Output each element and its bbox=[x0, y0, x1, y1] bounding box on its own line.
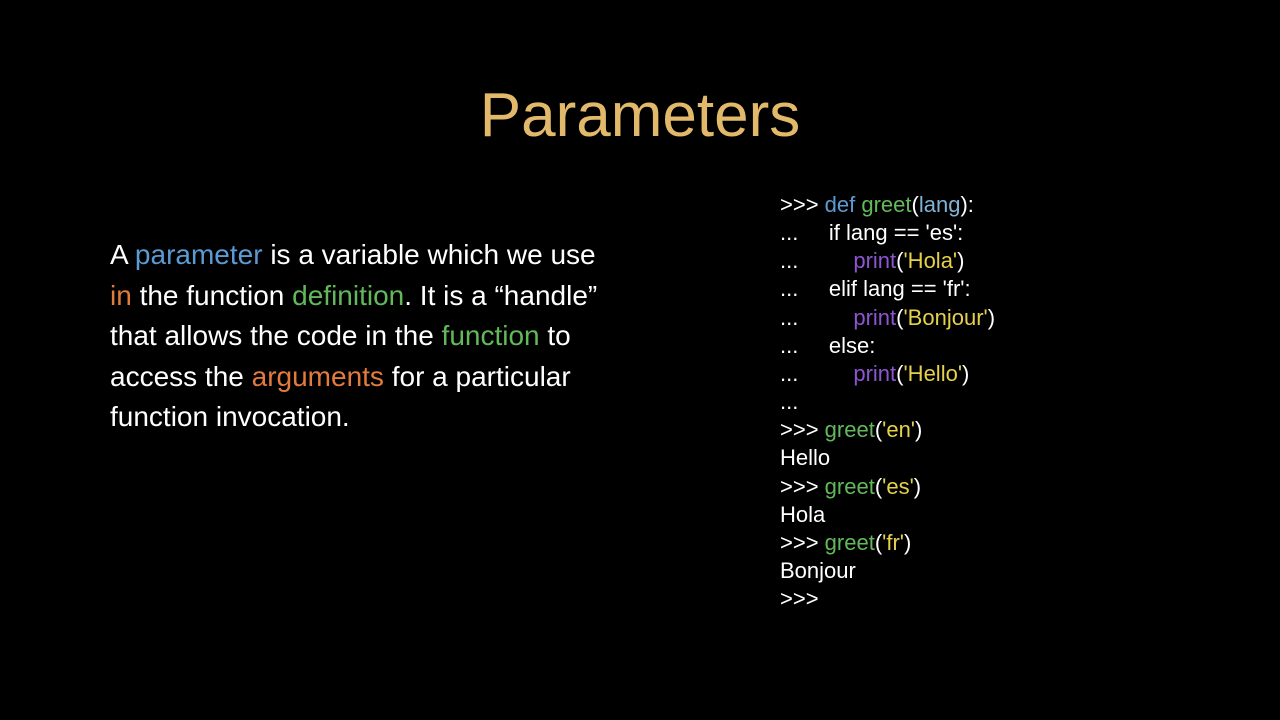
code-prompt: >>> bbox=[780, 530, 825, 555]
code-prompt: >>> bbox=[780, 417, 825, 442]
code-paren: ) bbox=[904, 530, 911, 555]
code-print: print bbox=[853, 248, 896, 273]
code-elif: elif lang == 'fr': bbox=[829, 276, 971, 301]
code-string: 'Hello' bbox=[903, 361, 962, 386]
body-frag: A bbox=[110, 239, 135, 270]
code-cont-prompt: ... bbox=[780, 361, 853, 386]
code-block: >>> def greet(lang): ... if lang == 'es'… bbox=[640, 191, 995, 613]
body-frag-definition: definition bbox=[292, 280, 404, 311]
code-string: 'Hola' bbox=[903, 248, 957, 273]
code-cont-prompt: ... bbox=[780, 333, 829, 358]
code-call: greet bbox=[825, 417, 875, 442]
code-prompt: >>> bbox=[780, 474, 825, 499]
code-param: lang bbox=[919, 192, 961, 217]
code-paren: ) bbox=[957, 248, 964, 273]
code-string: 'en' bbox=[882, 417, 915, 442]
code-cont-prompt: ... bbox=[780, 389, 804, 414]
code-print: print bbox=[853, 361, 896, 386]
slide-title: Parameters bbox=[0, 0, 1280, 191]
code-paren: ( bbox=[912, 192, 919, 217]
code-string: 'fr' bbox=[882, 530, 904, 555]
code-call: greet bbox=[825, 474, 875, 499]
code-output: Bonjour bbox=[780, 558, 856, 583]
code-prompt: >>> bbox=[780, 192, 825, 217]
code-prompt: >>> bbox=[780, 586, 825, 611]
code-string: 'Bonjour' bbox=[903, 305, 987, 330]
body-text: A parameter is a variable which we use i… bbox=[110, 191, 640, 613]
body-frag: the function bbox=[132, 280, 292, 311]
code-cont-prompt: ... bbox=[780, 220, 829, 245]
code-func-name: greet bbox=[855, 192, 911, 217]
body-frag-arguments: arguments bbox=[252, 361, 384, 392]
code-else: else: bbox=[829, 333, 875, 358]
body-frag: is a variable which we use bbox=[263, 239, 596, 270]
code-paren: ) bbox=[988, 305, 995, 330]
code-paren: ) bbox=[962, 361, 969, 386]
code-if: if lang == 'es': bbox=[829, 220, 963, 245]
slide: Parameters A parameter is a variable whi… bbox=[0, 0, 1280, 720]
code-cont-prompt: ... bbox=[780, 276, 829, 301]
code-output: Hola bbox=[780, 502, 825, 527]
code-paren: ) bbox=[914, 474, 921, 499]
code-paren: ) bbox=[915, 417, 922, 442]
body-frag-function: function bbox=[442, 320, 540, 351]
code-cont-prompt: ... bbox=[780, 305, 853, 330]
code-output: Hello bbox=[780, 445, 830, 470]
code-keyword-def: def bbox=[825, 192, 856, 217]
body-frag-parameter: parameter bbox=[135, 239, 263, 270]
body-frag-in: in bbox=[110, 280, 132, 311]
code-cont-prompt: ... bbox=[780, 248, 853, 273]
code-print: print bbox=[853, 305, 896, 330]
code-string: 'es' bbox=[882, 474, 914, 499]
code-paren: ): bbox=[960, 192, 973, 217]
slide-content: A parameter is a variable which we use i… bbox=[0, 191, 1280, 613]
code-call: greet bbox=[825, 530, 875, 555]
